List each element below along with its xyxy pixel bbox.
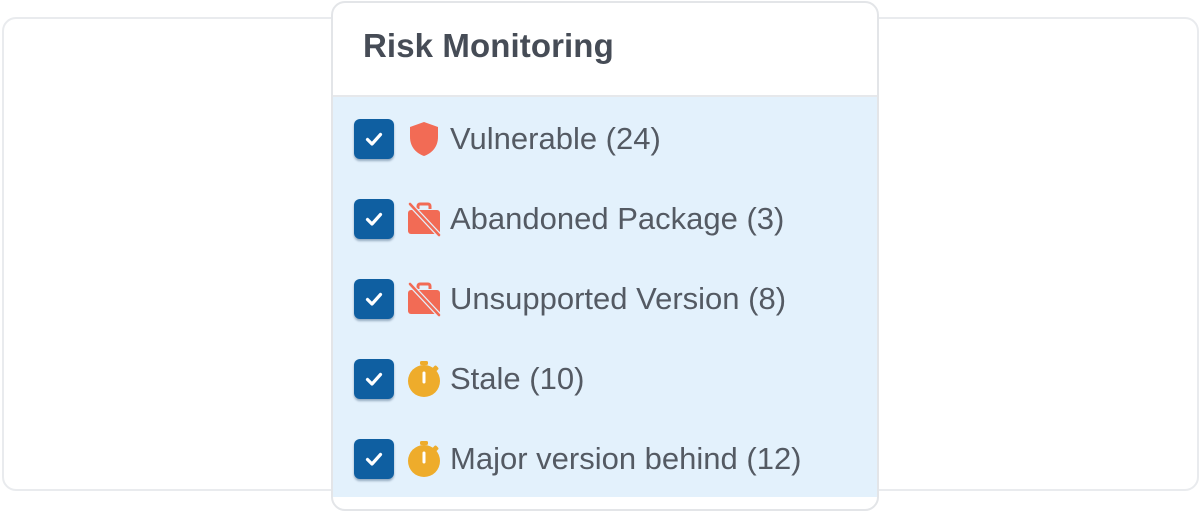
checkbox-major-version-behind[interactable] bbox=[354, 439, 394, 479]
risk-filter-list: Vulnerable (24) Abandoned Package (3) Un… bbox=[333, 97, 877, 497]
checkbox-abandoned-package[interactable] bbox=[354, 199, 394, 239]
panel-title: Risk Monitoring bbox=[363, 27, 614, 64]
checkmark-icon bbox=[365, 372, 383, 386]
panel-header: Risk Monitoring bbox=[333, 3, 877, 97]
checkmark-icon bbox=[365, 292, 383, 306]
checkmark-icon bbox=[365, 132, 383, 146]
filter-label: Abandoned Package (3) bbox=[450, 201, 785, 236]
filter-label: Major version behind (12) bbox=[450, 441, 802, 476]
filter-item-stale[interactable]: Stale (10) bbox=[354, 339, 584, 419]
checkmark-icon bbox=[365, 212, 383, 226]
filter-label: Stale (10) bbox=[450, 361, 585, 396]
stopwatch-icon bbox=[406, 361, 442, 397]
shield-icon bbox=[406, 121, 442, 157]
checkbox-stale[interactable] bbox=[354, 359, 394, 399]
filter-item-abandoned-package[interactable]: Abandoned Package (3) bbox=[354, 179, 784, 259]
filter-item-unsupported-version[interactable]: Unsupported Version (8) bbox=[354, 259, 786, 339]
filter-label: Unsupported Version (8) bbox=[450, 281, 787, 316]
filter-label: Vulnerable (24) bbox=[450, 121, 661, 156]
checkmark-icon bbox=[365, 452, 383, 466]
briefcase-off-icon bbox=[406, 201, 442, 237]
checkbox-vulnerable[interactable] bbox=[354, 119, 394, 159]
checkbox-unsupported-version[interactable] bbox=[354, 279, 394, 319]
filter-item-major-version-behind[interactable]: Major version behind (12) bbox=[354, 419, 802, 499]
stopwatch-icon bbox=[406, 441, 442, 477]
risk-monitoring-panel: Risk Monitoring Vulnerable (24) Abandone… bbox=[331, 1, 879, 511]
briefcase-off-icon bbox=[406, 281, 442, 317]
filter-item-vulnerable[interactable]: Vulnerable (24) bbox=[354, 99, 661, 179]
